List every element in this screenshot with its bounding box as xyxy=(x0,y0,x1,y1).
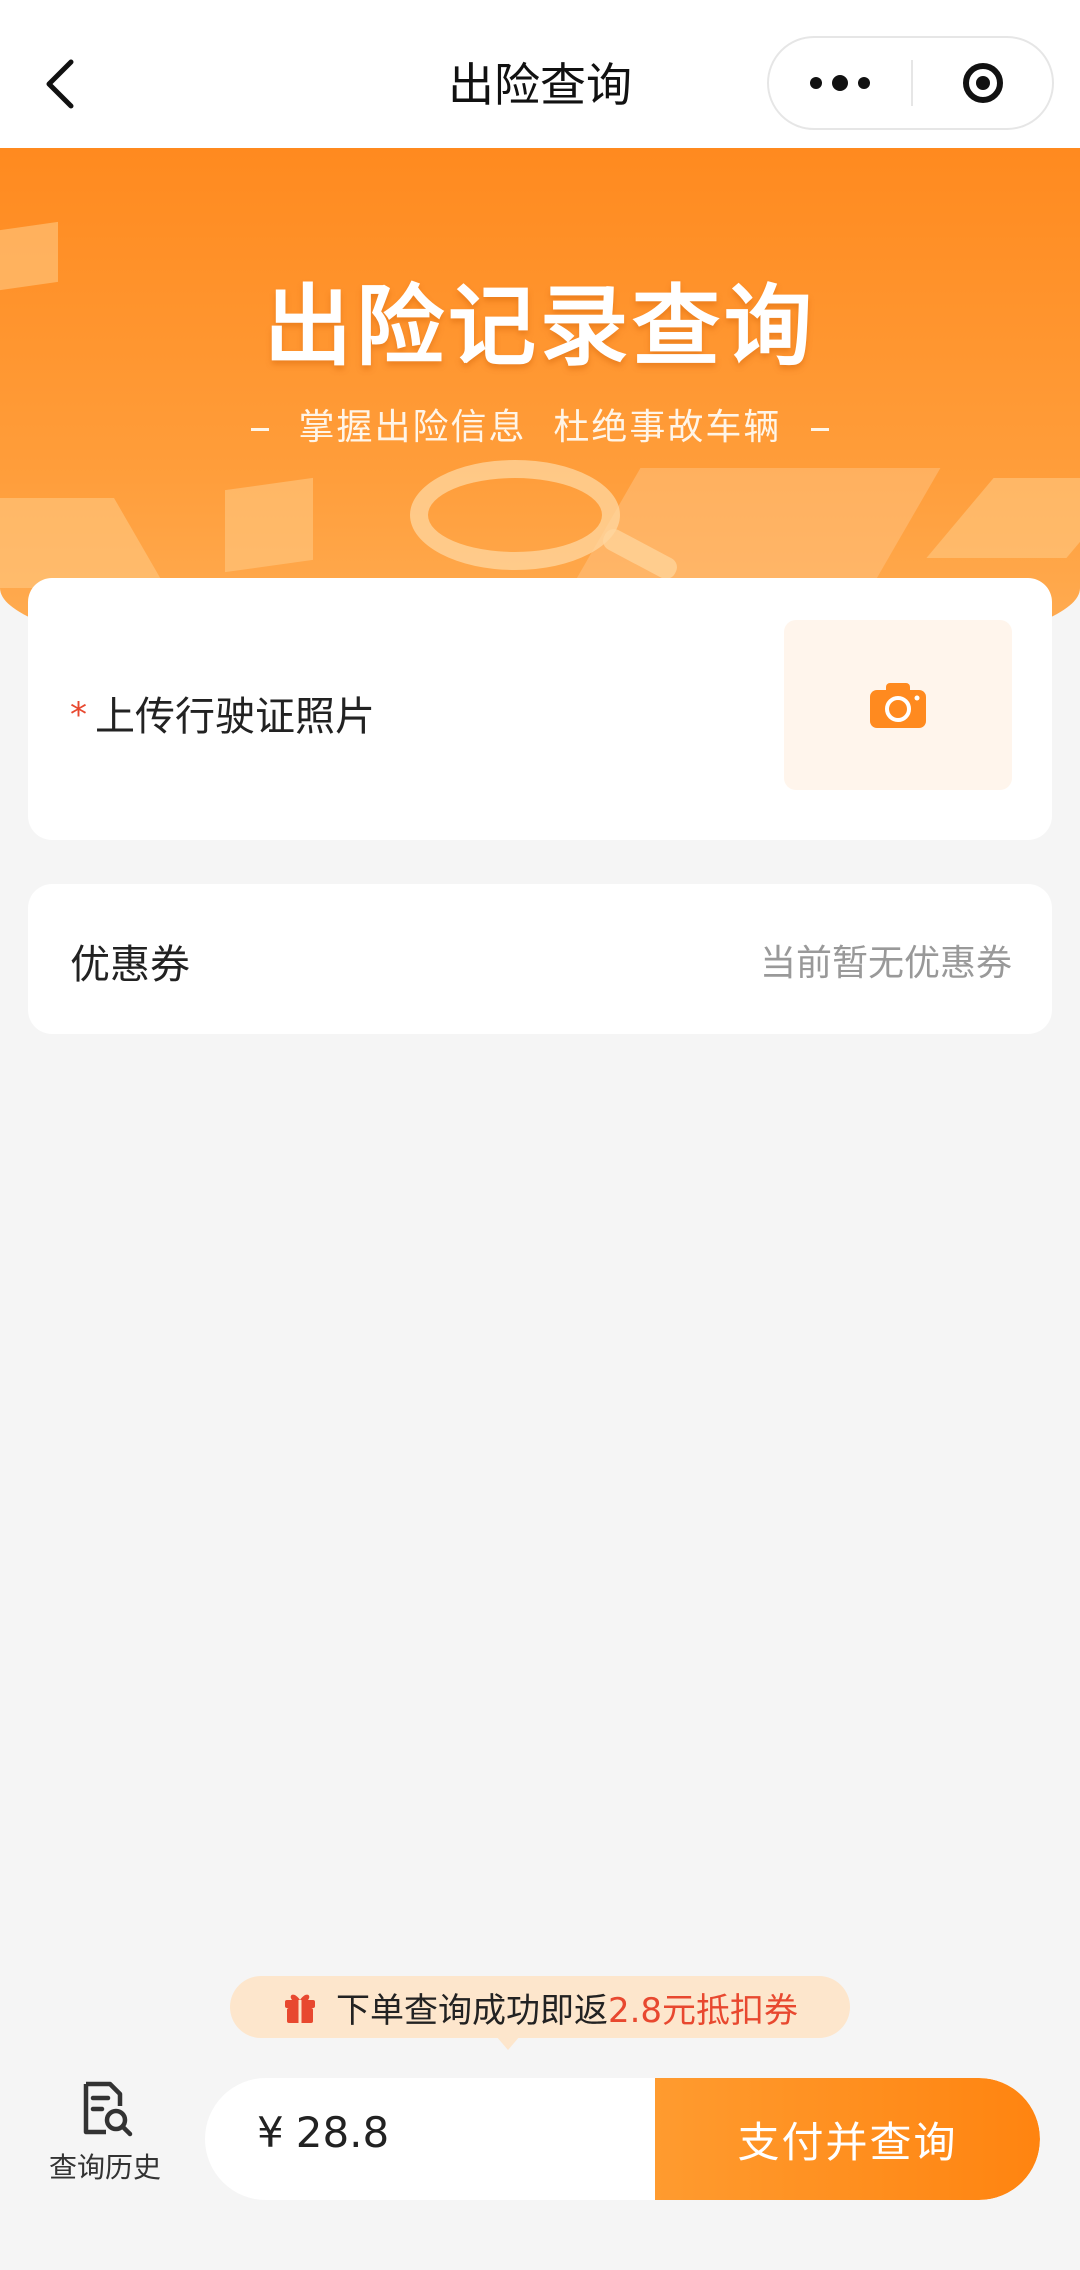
camera-icon xyxy=(870,683,926,728)
more-dots-icon xyxy=(810,77,822,89)
coupon-row[interactable]: 优惠券 当前暂无优惠券 xyxy=(28,884,1052,1034)
gift-icon xyxy=(282,1989,318,2025)
more-button[interactable] xyxy=(769,38,911,128)
currency-symbol: ¥ xyxy=(257,2108,284,2157)
upload-license-card: * 上传行驶证照片 xyxy=(28,578,1052,840)
payment-bar: ¥28.8 支付并查询 xyxy=(205,2078,1040,2200)
dash-left xyxy=(250,427,269,431)
more-dots-icon-right xyxy=(858,77,870,89)
decorative-cube xyxy=(225,477,313,573)
price-display: ¥28.8 xyxy=(257,2108,389,2157)
banner-title: 出险记录查询 xyxy=(263,275,816,378)
query-history-button[interactable]: 查询历史 xyxy=(30,2080,180,2190)
promo-text: 下单查询成功即返 xyxy=(335,1990,608,2031)
banner-subtitle: 掌握出险信息 杜绝事故车辆 xyxy=(0,398,1080,450)
banner-subtitle-text: 掌握出险信息 杜绝事故车辆 xyxy=(298,407,782,448)
upload-label-text: 上传行驶证照片 xyxy=(95,694,375,740)
target-icon xyxy=(963,63,1003,103)
decorative-shape xyxy=(0,498,166,588)
history-search-icon xyxy=(83,2081,133,2137)
pay-and-query-button[interactable]: 支付并查询 xyxy=(655,2078,1040,2200)
dash-right xyxy=(811,427,830,431)
more-dots-icon-center xyxy=(832,75,848,91)
mini-program-capsule xyxy=(767,36,1054,130)
decorative-shape xyxy=(926,478,1080,558)
close-mini-program-button[interactable] xyxy=(913,38,1053,128)
promo-tooltip: 下单查询成功即返 2.8元抵扣券 xyxy=(230,1976,850,2038)
upload-photo-button[interactable] xyxy=(784,620,1012,790)
promo-highlight: 2.8元抵扣券 xyxy=(607,1990,799,2031)
upload-label: * 上传行驶证照片 xyxy=(70,684,375,742)
coupon-label: 优惠券 xyxy=(70,942,190,988)
query-history-label: 查询历史 xyxy=(48,2151,161,2184)
magnifier-illustration xyxy=(410,460,620,570)
nav-bar: 出险查询 xyxy=(0,0,1080,148)
coupon-value: 当前暂无优惠券 xyxy=(759,943,1012,984)
required-mark: * xyxy=(70,695,87,735)
price-value: 28.8 xyxy=(295,2108,390,2157)
